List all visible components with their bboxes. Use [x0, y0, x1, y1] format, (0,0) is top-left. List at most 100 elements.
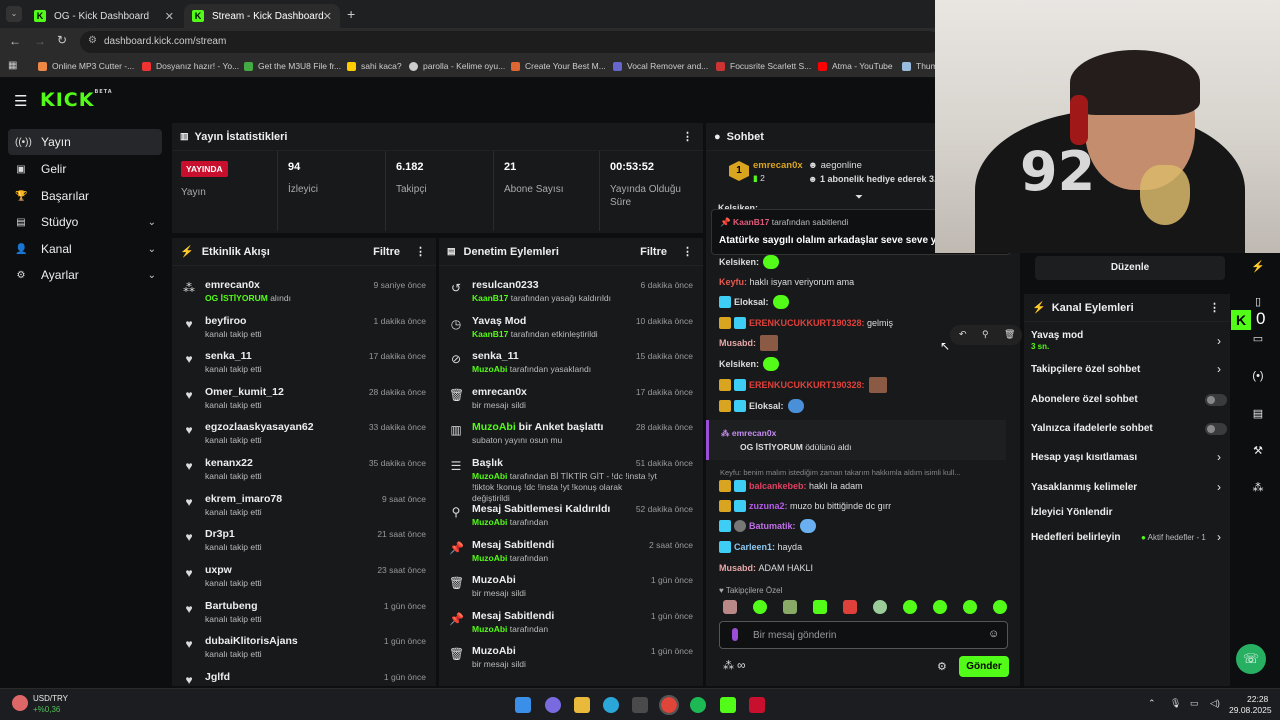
chat-message[interactable]: Eloksal: — [719, 293, 789, 311]
tab-search-icon[interactable]: ⌄ — [6, 6, 22, 22]
copilot-icon[interactable] — [545, 697, 561, 713]
chat-message[interactable]: Carleen1: hayda — [719, 538, 802, 556]
bookmark-atma-youtube[interactable]: Atma - YouTube — [818, 61, 893, 71]
table-row[interactable]: ▥ MuzoAbi bir Anket başlattı subaton yayın… — [439, 416, 703, 452]
back-icon[interactable]: ← — [9, 34, 21, 48]
list-item[interactable]: ♥ kenanx22 kanalı takip etti 35 dakika önce — [172, 452, 436, 488]
table-row[interactable]: 📌 Mesaj Sabitlendi MuzoAbi tarafından 2 saa… — [439, 534, 703, 570]
table-row[interactable]: 🗑 MuzoAbi bir mesajı sildi 1 gün önce — [439, 569, 703, 605]
emotes-only-item[interactable]: Yalnızca ifadelerle sohbet — [1031, 423, 1153, 434]
broadcast-icon[interactable]: (•) — [1245, 363, 1271, 389]
edge-icon[interactable] — [603, 697, 619, 713]
chevron-right-icon[interactable]: › — [1217, 362, 1221, 376]
list-item[interactable]: ♥ Bartubeng kanalı takip etti 1 gün önce — [172, 595, 436, 631]
collapse-icon[interactable]: ⏷ — [855, 192, 863, 203]
bookmark-vocal-remover[interactable]: Vocal Remover and... — [613, 61, 708, 71]
table-row[interactable]: 🗑 emrecan0x bir mesajı sildi 17 dakika önce — [439, 381, 703, 417]
emote-icon[interactable] — [903, 600, 917, 614]
emote-icon[interactable] — [723, 600, 737, 614]
chat-message[interactable]: Keyfu: haklı isyan veriyorum ama — [719, 273, 854, 291]
site-info-icon[interactable]: ⚙ — [88, 35, 97, 46]
table-row[interactable]: 📌 Mesaj Sabitlendi MuzoAbi tarafından 1 gün… — [439, 605, 703, 641]
emote-icon[interactable] — [873, 600, 887, 614]
points-icon[interactable]: ⁂ — [1245, 474, 1271, 500]
chat-message[interactable]: Kelsiken: — [719, 355, 780, 373]
list-item[interactable]: ♥ uxpw kanalı takip etti 23 saat önce — [172, 559, 436, 595]
reload-icon[interactable]: ↻ — [57, 33, 67, 47]
tools-icon[interactable]: ⚒ — [1245, 437, 1271, 463]
more-options-icon[interactable]: ⋮ — [1209, 301, 1220, 314]
layout-icon[interactable]: ▤ — [1245, 400, 1271, 426]
spotify-icon[interactable] — [690, 697, 706, 713]
bookmark-sahi-kaca[interactable]: sahi kaca? — [347, 61, 402, 71]
chevron-right-icon[interactable]: › — [1217, 450, 1221, 464]
slow-mode-item[interactable]: Yavaş mod — [1031, 330, 1083, 341]
kick-app-icon[interactable] — [720, 697, 736, 713]
list-item[interactable]: ♥ senka_11 kanalı takip etti 17 dakika önce — [172, 345, 436, 381]
emoji-icon[interactable]: ☺ — [988, 628, 999, 640]
more-options-icon[interactable]: ⋮ — [415, 245, 426, 258]
goals-item[interactable]: Hedefleri belirleyin — [1031, 532, 1120, 543]
chat-input[interactable]: Bir mesaj gönderin ☺ — [719, 621, 1008, 649]
emote-icon[interactable] — [993, 600, 1007, 614]
tab-og-dashboard[interactable]: K OG - Kick Dashboard ✕ — [26, 4, 182, 28]
emote-icon[interactable] — [813, 600, 827, 614]
reply-icon[interactable]: ↶ — [959, 329, 967, 340]
apps-grid-icon[interactable]: ▦ — [8, 60, 17, 71]
pin-icon[interactable]: ⚲ — [982, 329, 989, 340]
chat-message[interactable]: Musabd: ADAM HAKLI — [719, 559, 813, 577]
channel-points-icon[interactable]: ⁂ — [723, 659, 734, 672]
activity-filter-button[interactable]: Filtre — [373, 246, 400, 258]
network-icon[interactable]: ▭ — [1190, 698, 1199, 709]
hamburger-menu-icon[interactable]: ☰ — [14, 92, 27, 110]
chevron-right-icon[interactable]: › — [1217, 530, 1221, 544]
chat-message[interactable]: balcankebeb: haklı la adam — [719, 477, 863, 495]
list-item[interactable]: ⁂ emrecan0x OG İSTİYORUM alındı 9 saniye ön… — [172, 274, 436, 310]
top-gifter-name[interactable]: emrecan0x — [753, 160, 803, 171]
bookmark-m3u8[interactable]: Get the M3U8 File fr... — [244, 61, 341, 71]
chevron-right-icon[interactable]: › — [1217, 334, 1221, 348]
tray-chevron-icon[interactable]: ⌃ — [1148, 698, 1156, 709]
chat-message[interactable]: ERENKUCUKKURT190328: — [719, 376, 887, 394]
chevron-right-icon[interactable]: › — [1217, 480, 1221, 494]
sidebar-item-basarilar[interactable]: 🏆 Başarılar — [8, 183, 162, 209]
host-redirect-item[interactable]: İzleyici Yönlendir — [1031, 507, 1113, 518]
forward-icon[interactable]: → — [34, 34, 46, 48]
sidebar-item-kanal[interactable]: 👤 Kanal ⌄ — [8, 236, 162, 262]
account-age-item[interactable]: Hesap yaşı kısıtlaması — [1031, 452, 1137, 463]
bookmark-create[interactable]: Create Your Best M... — [511, 61, 606, 71]
send-button[interactable]: Gönder — [959, 656, 1009, 677]
tab-stream-dashboard[interactable]: K Stream - Kick Dashboard ✕ — [184, 4, 340, 28]
bookmark-thum[interactable]: Thum — [902, 61, 938, 71]
list-item[interactable]: ♥ dubaiKlitorisAjans kanalı takip etti 1 gü… — [172, 630, 436, 666]
more-options-icon[interactable]: ⋮ — [682, 245, 693, 258]
bookmark-focusrite[interactable]: Focusrite Scarlett S... — [716, 61, 811, 71]
table-row[interactable]: ⊘ senka_11 MuzoAbi tarafından yasaklandı 15… — [439, 345, 703, 381]
emotes-only-toggle[interactable] — [1205, 423, 1227, 435]
kick-logo[interactable]: KICKBETA — [40, 89, 113, 111]
gear-icon[interactable]: ⚙ — [937, 660, 947, 673]
list-item[interactable]: ♥ beyfiroo kanalı takip etti 1 dakika önce — [172, 310, 436, 346]
edit-button[interactable]: Düzenle — [1035, 256, 1225, 280]
table-row[interactable]: ◷ Yavaş Mod KaanB17 tarafından etkinleştir… — [439, 310, 703, 346]
emote-icon[interactable] — [753, 600, 767, 614]
list-item[interactable]: ♥ Jglfd 1 gün önce — [172, 666, 436, 686]
table-row[interactable]: ☰ Başlık MuzoAbi tarafından Bİ TİKTİR GİT … — [439, 452, 703, 503]
chat-message[interactable]: ERENKUCUKKURT190328: gelmiş — [719, 314, 893, 332]
bookmark-mp3-cutter[interactable]: Online MP3 Cutter -... — [38, 61, 134, 71]
support-chat-icon[interactable]: ☏ — [1236, 644, 1266, 674]
sidebar-item-gelir[interactable]: ▣ Gelir — [8, 156, 162, 182]
banned-words-item[interactable]: Yasaklanmış kelimeler — [1031, 482, 1137, 493]
chat-message[interactable]: Eloksal: — [719, 397, 804, 415]
emote-icon[interactable] — [933, 600, 947, 614]
close-icon[interactable]: ✕ — [323, 10, 332, 23]
sidebar-item-yayin[interactable]: ((•)) Yayın — [8, 129, 162, 155]
sidebar-item-ayarlar[interactable]: ⚙ Ayarlar ⌄ — [8, 262, 162, 288]
quick-action-icon[interactable]: ⚡ — [1245, 253, 1271, 279]
emote-icon[interactable] — [963, 600, 977, 614]
new-tab-button[interactable]: + — [347, 6, 355, 22]
bookmark-parolla[interactable]: parolla - Kelime oyu... — [409, 61, 505, 71]
chrome-icon[interactable] — [659, 695, 679, 715]
url-field[interactable]: ⚙ dashboard.kick.com/stream — [80, 31, 940, 53]
trash-icon[interactable]: 🗑 — [1004, 329, 1015, 340]
